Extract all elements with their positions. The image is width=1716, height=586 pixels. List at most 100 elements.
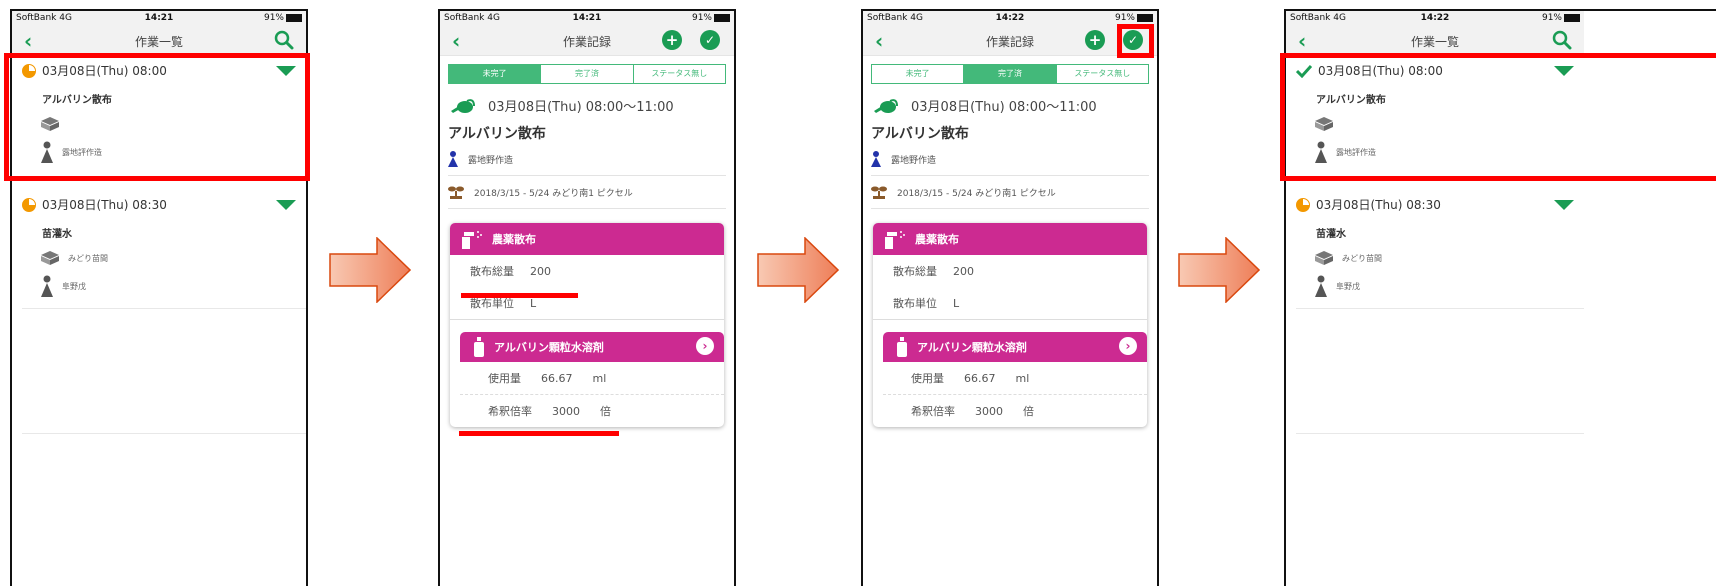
usage-label: 使用量 [488, 372, 521, 385]
entry-time-row: 03月08日(Thu) 08:30 [22, 196, 306, 213]
unit-label: 散布単位 [893, 297, 937, 310]
dilution-row[interactable]: 希釈倍率 3000 倍 [460, 395, 724, 427]
dilution-row[interactable]: 希釈倍率 3000 倍 [883, 395, 1147, 427]
worker-name: 露地野作造 [891, 155, 937, 166]
segment-incomplete[interactable]: 未完了 [449, 65, 542, 83]
total-amount-row[interactable]: 散布総量 200 [450, 255, 724, 287]
unit-row[interactable]: 散布単位 L [873, 287, 1147, 320]
time-range-row: 03月08日(Thu) 08:00〜11:00 [873, 96, 1157, 115]
page-title: 作業記録 [985, 35, 1034, 49]
field-box-icon [41, 251, 59, 265]
entry-time: 03月08日(Thu) 08:30 [1316, 198, 1441, 212]
pending-status-icon [22, 63, 36, 78]
list-item[interactable]: 03月08日(Thu) 08:00 アルバリン散布 露地評作造 [12, 56, 306, 190]
divider [22, 433, 306, 434]
total-amount-row[interactable]: 散布総量 200 [873, 255, 1147, 287]
battery-indicator: 91% [692, 13, 730, 23]
worker-row[interactable]: 露地野作造 [871, 143, 1149, 176]
add-button[interactable]: + [1085, 30, 1105, 50]
status-segmented-control: 未完了 完了済 ステータス無し [448, 64, 726, 84]
crop-label: 2018/3/15 - 5/24 みどり南1 ピクセル [474, 188, 633, 199]
total-value: 200 [953, 264, 974, 278]
unit-row[interactable]: 散布単位 L [450, 287, 724, 320]
list-item[interactable]: 03月08日(Thu) 08:30 苗灌水 みどり苗間 阜野戊 [12, 190, 306, 308]
search-icon[interactable] [1552, 30, 1572, 50]
clock: 14:21 [144, 13, 174, 23]
status-bar: SoftBank 4G 14:22 91% [1286, 11, 1584, 27]
product-name: アルバリン顆粒水溶剤 [494, 341, 604, 354]
person-name: 露地評作造 [1336, 147, 1376, 157]
add-button[interactable]: + [662, 30, 682, 50]
chevron-right-icon[interactable]: › [696, 337, 714, 355]
total-label: 散布総量 [470, 265, 514, 278]
status-segmented-control: 未完了 完了済 ステータス無し [871, 64, 1149, 84]
status-bar: SoftBank 4G 14:21 91% [12, 11, 306, 27]
segment-complete[interactable]: 完了済 [964, 65, 1057, 83]
phone-content: SoftBank 4G 14:22 91% ‹ 作業一覧 03月08日(Thu)… [1286, 11, 1584, 434]
work-title: アルバリン散布 [871, 126, 969, 142]
unit-value: L [953, 296, 960, 310]
worker-row[interactable]: 露地野作造 [448, 143, 726, 176]
check-icon [1296, 64, 1312, 78]
usage-row[interactable]: 使用量 66.67 ml [883, 362, 1147, 395]
status-bar: SoftBank 4G 14:22 91% [863, 11, 1157, 27]
complete-check-button[interactable]: ✓ [700, 30, 720, 50]
entry-time: 03月08日(Thu) 08:00 [1318, 64, 1443, 78]
complete-check-button[interactable]: ✓ [1123, 30, 1143, 50]
card-title: 農薬散布 [915, 233, 959, 246]
worker-icon [448, 151, 458, 167]
bottle-icon [897, 337, 907, 357]
entry-time-row: 03月08日(Thu) 08:00 [22, 62, 306, 79]
person-icon [41, 275, 53, 297]
watering-can-icon [874, 98, 898, 113]
battery-icon [1564, 13, 1580, 22]
dilution-label: 希釈倍率 [488, 405, 532, 418]
segment-no-status[interactable]: ステータス無し [1057, 65, 1148, 83]
search-icon[interactable] [274, 30, 294, 50]
usage-value: 66.67 [964, 371, 996, 385]
entry-time: 03月08日(Thu) 08:00 [42, 64, 167, 78]
page-title: 作業一覧 [1410, 35, 1459, 49]
segment-no-status[interactable]: ステータス無し [634, 65, 725, 83]
dilution-label: 希釈倍率 [911, 405, 955, 418]
usage-row[interactable]: 使用量 66.67 ml [460, 362, 724, 395]
battery-indicator: 91% [1542, 13, 1580, 23]
expand-triangle-icon[interactable] [276, 66, 296, 76]
list-item[interactable]: 03月08日(Thu) 08:30 苗灌水 みどり苗間 阜野戊 [1286, 190, 1584, 308]
usage-value: 66.67 [541, 371, 573, 385]
segment-complete[interactable]: 完了済 [541, 65, 634, 83]
red-underline [461, 293, 578, 298]
time-range: 03月08日(Thu) 08:00〜11:00 [911, 100, 1097, 115]
bottle-icon [474, 337, 484, 357]
battery-icon [714, 13, 730, 22]
field-box-icon [1315, 117, 1333, 131]
person-name: 阜野戊 [1336, 281, 1360, 291]
time-range: 03月08日(Thu) 08:00〜11:00 [488, 100, 674, 115]
battery-indicator: 91% [1115, 13, 1153, 23]
product-header[interactable]: アルバリン顆粒水溶剤 › [883, 332, 1147, 362]
entry-title: アルバリン散布 [1316, 95, 1386, 106]
nav-bar: ‹ 作業記録 + ✓ [440, 27, 734, 56]
field-name: みどり苗間 [68, 253, 108, 263]
sprout-icon [871, 186, 887, 199]
segment-incomplete[interactable]: 未完了 [872, 65, 965, 83]
phone-screen-record-complete: SoftBank 4G 14:22 91% ‹ 作業記録 + ✓ 未完了 完了済… [861, 9, 1159, 586]
crop-row[interactable]: 2018/3/15 - 5/24 みどり南1 ピクセル [448, 176, 726, 209]
expand-triangle-icon[interactable] [1554, 200, 1574, 210]
pesticide-card-header: 農薬散布 [450, 223, 724, 255]
expand-triangle-icon[interactable] [276, 200, 296, 210]
crop-row[interactable]: 2018/3/15 - 5/24 みどり南1 ピクセル [871, 176, 1149, 209]
expand-triangle-icon[interactable] [1554, 66, 1574, 76]
product-header[interactable]: アルバリン顆粒水溶剤 › [460, 332, 724, 362]
sprout-icon [448, 186, 464, 199]
dilution-value: 3000 [552, 404, 580, 418]
pesticide-card: 農薬散布 散布総量 200 散布単位 L アルバリン顆粒水溶剤 › 使用量 66.67… [450, 223, 724, 427]
person-row: 阜野戊 [40, 275, 306, 297]
chevron-right-icon[interactable]: › [1119, 337, 1137, 355]
pending-status-icon [22, 197, 36, 212]
red-underline [459, 431, 619, 436]
nav-bar: ‹ 作業一覧 [12, 27, 306, 56]
entry-time-row: 03月08日(Thu) 08:00 [1296, 62, 1584, 79]
list-item[interactable]: 03月08日(Thu) 08:00 アルバリン散布 露地評作造 [1286, 56, 1584, 190]
battery-percent: 91% [263, 13, 284, 23]
